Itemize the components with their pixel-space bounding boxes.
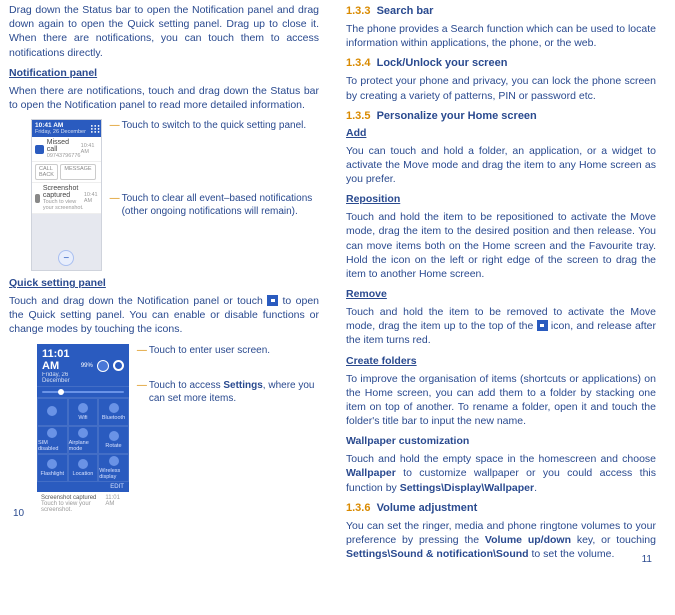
mock-screenshot-row[interactable]: Screenshot captured Touch to view your s… bbox=[32, 183, 101, 214]
arrow-icon: — bbox=[110, 121, 120, 131]
missed-call-icon bbox=[35, 145, 44, 154]
qs-tiles: Wifi Bluetooth SIM disabled Airplane mod… bbox=[37, 398, 129, 482]
qs-shot-sub: Touch to view your screenshot. bbox=[41, 501, 91, 513]
qs-tile[interactable]: Wireless display bbox=[98, 454, 129, 482]
tile-icon bbox=[47, 459, 57, 469]
arrow-icon: — bbox=[110, 194, 120, 204]
qs-shot-time: 11:01 AM bbox=[105, 495, 124, 513]
subhead-remove: Remove bbox=[346, 288, 656, 300]
quick-panel-toggle-icon[interactable]: ●●●●●●●●● bbox=[91, 124, 98, 133]
screenshot-icon bbox=[35, 194, 40, 203]
heading-1-3-3: 1.3.3 Search bar bbox=[346, 5, 656, 17]
qs-tile[interactable]: Bluetooth bbox=[98, 398, 129, 426]
mock-missed-num: 09743796776 bbox=[47, 153, 81, 159]
qs-tile[interactable] bbox=[37, 398, 68, 426]
para-wallpaper: Touch and hold the empty space in the ho… bbox=[346, 452, 656, 495]
subhead-add: Add bbox=[346, 127, 656, 139]
mock-status-bar: 10:41 AM Friday, 26 December ●●●●●●●●● bbox=[32, 120, 101, 137]
mock-shot-title: Screenshot captured bbox=[43, 185, 84, 199]
mock-shot-time: 10:41 AM bbox=[84, 192, 98, 204]
qs-tile[interactable]: Location bbox=[68, 454, 99, 482]
para-1-3-3: The phone provides a Search function whi… bbox=[346, 22, 656, 50]
message-button[interactable]: MESSAGE bbox=[60, 164, 95, 180]
left-page: Drag down the Status bar to open the Not… bbox=[3, 0, 325, 522]
clear-notifications-button[interactable]: − bbox=[58, 250, 74, 266]
qs-tile[interactable]: SIM disabled bbox=[37, 426, 68, 454]
qs-top-row: 11:01 AM Friday, 26 December 99% bbox=[37, 344, 129, 386]
qs-tile[interactable]: Airplane mode bbox=[68, 426, 99, 454]
figure-notification-panel: 10:41 AM Friday, 26 December ●●●●●●●●● M… bbox=[31, 119, 319, 271]
tile-icon bbox=[47, 406, 57, 416]
tile-icon bbox=[78, 428, 88, 438]
figure-quick-settings: 11:01 AM Friday, 26 December 99% Wifi Bl… bbox=[37, 344, 319, 516]
arrow-icon: — bbox=[137, 346, 147, 356]
qs-tile[interactable]: Wifi bbox=[68, 398, 99, 426]
mock-missed-call-row[interactable]: Missed call 09743796776 10:41 AM bbox=[32, 137, 101, 162]
subhead-wallpaper: Wallpaper customization bbox=[346, 435, 656, 447]
annot-quick-panel: Touch to switch to the quick setting pan… bbox=[122, 119, 307, 132]
heading-1-3-6: 1.3.6 Volume adjustment bbox=[346, 502, 656, 514]
tile-icon bbox=[109, 456, 119, 466]
para-1-3-4: To protect your phone and privacy, you c… bbox=[346, 74, 656, 102]
qs-edit-link[interactable]: EDIT bbox=[37, 482, 129, 492]
tile-icon bbox=[78, 403, 88, 413]
intro-paragraph: Drag down the Status bar to open the Not… bbox=[9, 3, 319, 60]
annot-clear: Touch to clear all event–based notificat… bbox=[122, 192, 319, 218]
tile-icon bbox=[109, 403, 119, 413]
heading-1-3-5: 1.3.5 Personalize your Home screen bbox=[346, 110, 656, 122]
mock-quick-settings: 11:01 AM Friday, 26 December 99% Wifi Bl… bbox=[37, 344, 129, 516]
annotation-column-2: — Touch to enter user screen. — Touch to… bbox=[137, 344, 319, 427]
remove-icon bbox=[537, 320, 548, 331]
para-remove: Touch and hold the item to be removed to… bbox=[346, 305, 656, 348]
heading-notification-panel: Notification panel bbox=[9, 67, 319, 79]
mock-shot-sub: Touch to view your screenshot. bbox=[43, 199, 84, 211]
mock-action-row: CALL BACK MESSAGE bbox=[32, 162, 101, 183]
para-reposition: Touch and hold the item to be reposition… bbox=[346, 210, 656, 281]
mock-time: 10:41 AM bbox=[35, 122, 86, 129]
quick-paragraph: Touch and drag down the Notification pan… bbox=[9, 294, 319, 337]
qs-tile[interactable]: Flashlight bbox=[37, 454, 68, 482]
qs-tile[interactable]: Rotate bbox=[98, 426, 129, 454]
tile-icon bbox=[78, 459, 88, 469]
quick-panel-icon bbox=[267, 295, 278, 306]
annot-user: Touch to enter user screen. bbox=[149, 344, 270, 357]
mock-date: Friday, 26 December bbox=[35, 129, 86, 135]
mock-missed-time: 10:41 AM bbox=[81, 143, 98, 155]
notification-paragraph: When there are notifications, touch and … bbox=[9, 84, 319, 112]
mock-notification-panel: 10:41 AM Friday, 26 December ●●●●●●●●● M… bbox=[31, 119, 102, 271]
para-create-folders: To improve the organisation of items (sh… bbox=[346, 372, 656, 429]
para-volume: You can set the ringer, media and phone … bbox=[346, 519, 656, 562]
heading-1-3-4: 1.3.4 Lock/Unlock your screen bbox=[346, 57, 656, 69]
annotation-column: — Touch to switch to the quick setting p… bbox=[110, 119, 319, 240]
user-icon[interactable] bbox=[97, 360, 109, 372]
qs-time: 11:01 AM bbox=[42, 348, 81, 372]
qs-date: Friday, 26 December bbox=[42, 372, 81, 384]
page-number-right: 11 bbox=[642, 554, 652, 565]
right-page: 1.3.3 Search bar The phone provides a Se… bbox=[340, 0, 662, 568]
qs-battery: 99% bbox=[81, 363, 93, 369]
subhead-create-folders: Create folders bbox=[346, 355, 656, 367]
mock-missed-title: Missed call bbox=[47, 139, 81, 153]
subhead-reposition: Reposition bbox=[346, 193, 656, 205]
annot-settings: Touch to access Settings, where you can … bbox=[149, 379, 319, 405]
tile-icon bbox=[47, 428, 57, 438]
page-number-left: 10 bbox=[13, 508, 24, 519]
brightness-slider[interactable] bbox=[37, 386, 129, 398]
qs-screenshot-row[interactable]: Screenshot captured Touch to view your s… bbox=[37, 492, 129, 516]
settings-icon[interactable] bbox=[113, 360, 124, 371]
arrow-icon: — bbox=[137, 381, 147, 391]
call-back-button[interactable]: CALL BACK bbox=[35, 164, 58, 180]
para-add: You can touch and hold a folder, an appl… bbox=[346, 144, 656, 187]
heading-quick-setting-panel: Quick setting panel bbox=[9, 277, 319, 289]
tile-icon bbox=[109, 431, 119, 441]
